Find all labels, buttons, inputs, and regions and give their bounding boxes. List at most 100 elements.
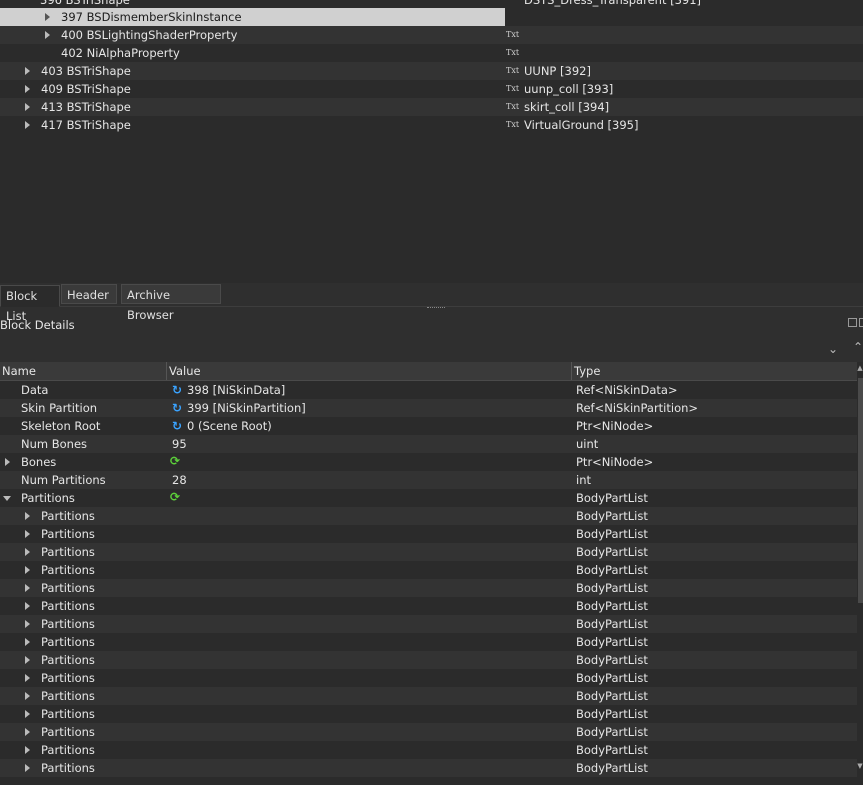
scrollbar-thumb[interactable] (858, 378, 863, 603)
collapse-arrow-icon[interactable] (3, 496, 11, 501)
table-row[interactable]: Partitions ⟳ BodyPartList (0, 489, 857, 507)
table-row[interactable]: Data ↻ 398 [NiSkinData] Ref<NiSkinData> (0, 381, 857, 399)
txt-icon: Txt (506, 30, 520, 39)
expand-arrow-icon[interactable] (25, 674, 30, 682)
expand-arrow-icon[interactable] (25, 512, 30, 520)
row-name: Partitions (41, 653, 95, 667)
expand-arrow-icon[interactable] (45, 13, 50, 21)
tree-row[interactable]: 402 NiAlphaProperty Txt (0, 44, 863, 62)
row-name: Partitions (41, 581, 95, 595)
tree-row-label: 413 BSTriShape (41, 100, 131, 114)
link-icon: ↻ (172, 401, 183, 415)
expand-arrow-icon[interactable] (25, 530, 30, 538)
expand-arrow-icon[interactable] (25, 620, 30, 628)
table-row[interactable]: Partitions BodyPartList (0, 687, 857, 705)
tree-row-value: skirt_coll [394] (524, 100, 610, 114)
row-name: Data (21, 383, 49, 397)
table-header: Name Value Type (0, 362, 857, 381)
expand-arrow-icon[interactable] (25, 121, 30, 129)
table-row[interactable]: Num Partitions 28 int (0, 471, 857, 489)
expand-arrow-icon[interactable] (25, 67, 30, 75)
table-row[interactable]: Partitions BodyPartList (0, 759, 857, 777)
float-panel-icon[interactable] (848, 318, 857, 327)
tab-bar: Block List Header Archive Browser (0, 284, 863, 323)
scroll-up-icon[interactable]: ▲ (857, 364, 863, 372)
tree-row[interactable]: 417 BSTriShape Txt VirtualGround [395] (0, 116, 863, 134)
expand-arrow-icon[interactable] (25, 85, 30, 93)
expand-arrow-icon[interactable] (25, 566, 30, 574)
row-value[interactable]: 398 [NiSkinData] (187, 381, 285, 399)
row-type: BodyPartList (576, 689, 648, 703)
row-value[interactable]: 0 (Scene Root) (187, 417, 272, 435)
row-name: Num Bones (21, 437, 88, 451)
expand-arrow-icon[interactable] (25, 692, 30, 700)
row-value[interactable]: 28 (172, 471, 187, 489)
tree-row[interactable]: 413 BSTriShape Txt skirt_coll [394] (0, 98, 863, 116)
expand-arrow-icon[interactable] (25, 764, 30, 772)
table-row[interactable]: Skin Partition ↻ 399 [NiSkinPartition] R… (0, 399, 857, 417)
tree-row-value-cell (505, 8, 863, 26)
table-row[interactable]: Skeleton Root ↻ 0 (Scene Root) Ptr<NiNod… (0, 417, 857, 435)
row-value[interactable]: 399 [NiSkinPartition] (187, 399, 306, 417)
expand-arrow-icon[interactable] (25, 103, 30, 111)
table-row[interactable]: Partitions BodyPartList (0, 543, 857, 561)
expand-arrow-icon[interactable] (5, 458, 10, 466)
expand-arrow-icon[interactable] (45, 31, 50, 39)
row-type: BodyPartList (576, 545, 648, 559)
tree-row[interactable]: 409 BSTriShape Txt uunp_coll [393] (0, 80, 863, 98)
table-row[interactable]: Partitions BodyPartList (0, 705, 857, 723)
row-type: int (576, 473, 591, 487)
table-row[interactable]: Partitions BodyPartList (0, 669, 857, 687)
tree-row[interactable]: 400 BSLightingShaderProperty Txt (0, 26, 863, 44)
tree-row-selected[interactable]: 397 BSDismemberSkinInstance (0, 8, 863, 26)
expand-arrow-icon[interactable] (25, 548, 30, 556)
table-row[interactable]: Bones ⟳ Ptr<NiNode> (0, 453, 857, 471)
row-name: Partitions (41, 545, 95, 559)
table-row[interactable]: Partitions BodyPartList (0, 615, 857, 633)
tree-row[interactable]: 403 BSTriShape Txt UUNP [392] (0, 62, 863, 80)
tree-row-value: VirtualGround [395] (524, 118, 639, 132)
row-name: Partitions (41, 761, 95, 775)
table-row[interactable]: Partitions BodyPartList (0, 597, 857, 615)
expand-arrow-icon[interactable] (25, 746, 30, 754)
table-row[interactable]: Partitions BodyPartList (0, 741, 857, 759)
table-row[interactable]: Num Bones 95 uint (0, 435, 857, 453)
table-row[interactable]: Partitions BodyPartList (0, 507, 857, 525)
tab-archive-browser[interactable]: Archive Browser (121, 284, 221, 322)
row-value[interactable]: 95 (172, 435, 187, 453)
row-type: BodyPartList (576, 491, 648, 505)
expand-arrow-icon[interactable] (25, 638, 30, 646)
table-row[interactable]: Partitions BodyPartList (0, 561, 857, 579)
txt-icon: Txt (506, 66, 520, 75)
expand-arrow-icon[interactable] (25, 656, 30, 664)
chevron-up-icon[interactable]: ⌃ (853, 341, 863, 353)
link-icon: ↻ (172, 419, 183, 433)
table-row[interactable]: Partitions BodyPartList (0, 579, 857, 597)
row-type: BodyPartList (576, 761, 648, 775)
tab-header[interactable]: Header (61, 284, 117, 304)
row-type: BodyPartList (576, 743, 648, 757)
close-panel-icon[interactable] (859, 318, 863, 327)
column-header-type[interactable]: Type (572, 362, 857, 380)
expand-arrow-icon[interactable] (25, 584, 30, 592)
column-header-name[interactable]: Name (0, 362, 167, 380)
splitter-handle[interactable] (427, 307, 445, 311)
column-header-value[interactable]: Value (167, 362, 572, 380)
expand-arrow-icon[interactable] (25, 728, 30, 736)
scroll-down-icon[interactable]: ▼ (857, 762, 863, 770)
array-update-icon[interactable]: ⟳ (170, 488, 180, 506)
row-name: Num Partitions (21, 473, 106, 487)
table-row[interactable]: Partitions BodyPartList (0, 651, 857, 669)
row-type: BodyPartList (576, 581, 648, 595)
array-update-icon[interactable]: ⟳ (170, 452, 180, 470)
tree-row-value: UUNP [392] (524, 64, 591, 78)
chevron-down-icon[interactable]: ⌄ (828, 343, 838, 355)
table-row[interactable]: Partitions BodyPartList (0, 723, 857, 741)
table-row[interactable]: Partitions BodyPartList (0, 525, 857, 543)
table-row[interactable]: Partitions BodyPartList (0, 633, 857, 651)
row-type: BodyPartList (576, 509, 648, 523)
tab-block-list[interactable]: Block List (0, 285, 60, 323)
txt-icon: Txt (506, 84, 520, 93)
expand-arrow-icon[interactable] (25, 602, 30, 610)
expand-arrow-icon[interactable] (25, 710, 30, 718)
